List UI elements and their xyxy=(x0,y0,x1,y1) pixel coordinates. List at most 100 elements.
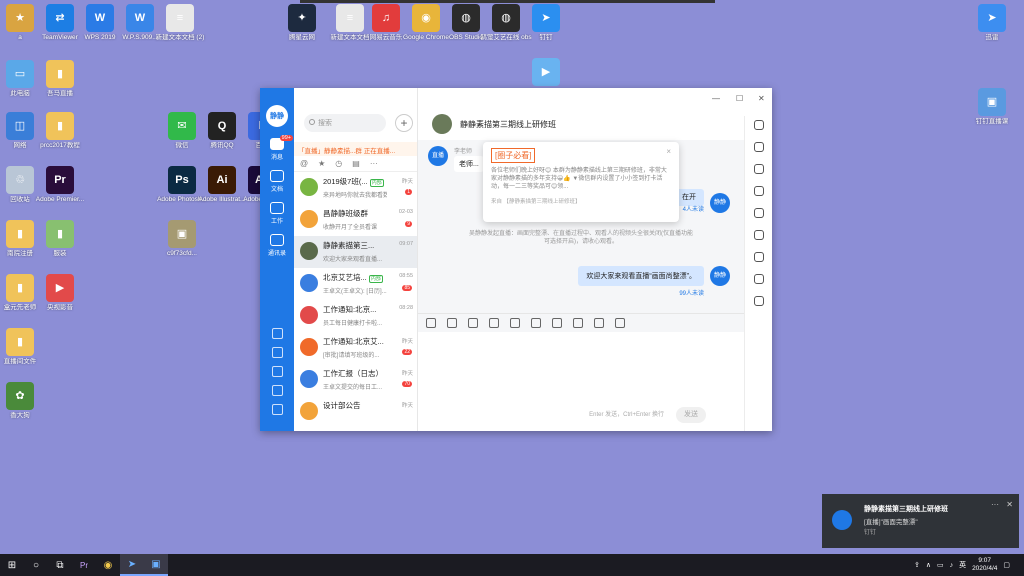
conversation-list-pane: 搜索 + 「直播」静静素描...群 正在直播... @ ★ ◷ ▤ ··· 20… xyxy=(294,88,418,431)
taskbar-chrome[interactable]: ◉ xyxy=(96,554,120,576)
chevron-up-icon[interactable]: ∧ xyxy=(926,561,931,569)
phone-icon[interactable] xyxy=(271,366,283,377)
scissors-icon[interactable] xyxy=(489,317,499,328)
close-icon[interactable]: × xyxy=(666,147,671,156)
message-input[interactable]: Enter 发送，Ctrl+Enter 换行 发送 xyxy=(418,332,744,431)
like-icon[interactable] xyxy=(468,317,478,328)
app-icon: ◍ xyxy=(452,4,480,32)
more-tools-icon[interactable] xyxy=(615,317,625,328)
conversation-item[interactable]: 昌静静班级群 收静开月了全员看课 02-03 9 xyxy=(294,204,417,236)
add-button[interactable]: + xyxy=(395,114,413,132)
nav-contacts[interactable]: 通讯录 xyxy=(260,231,294,263)
gif-icon[interactable] xyxy=(426,317,436,328)
desktop-icon[interactable]: ▣ 钉钉直播课 xyxy=(966,88,1018,126)
pinned-notice-popup[interactable]: [圈子必看] × 各位老师们晚上好呀😊 本群为静静素描线上第三期研修班，非常大家… xyxy=(483,142,679,222)
recent-filter[interactable]: ◷ xyxy=(335,159,342,168)
task-icon[interactable] xyxy=(573,317,583,328)
desktop-icon[interactable]: ✦ 腾星云网 xyxy=(276,4,328,42)
chat-title[interactable]: 静静素描第三期线上研修班 xyxy=(460,119,556,130)
taskbar-dingtalk[interactable]: ➤ xyxy=(120,554,144,576)
ding-icon[interactable] xyxy=(594,317,604,328)
conversation-item[interactable]: 2019级7班(... 内部 来异地吗你就去我都看数 昨天 1 xyxy=(294,172,417,204)
start-button[interactable]: ⊞ xyxy=(0,554,24,576)
desktop-icon[interactable]: ➤ 迅雷 xyxy=(966,4,1018,42)
nav-messages[interactable]: 消息 99+ xyxy=(260,135,294,167)
desktop-icon[interactable]: ▣ c9f73cfd... xyxy=(156,220,208,258)
maximize-button[interactable]: ☐ xyxy=(736,94,743,103)
notification-center-icon[interactable]: ▢ xyxy=(1003,561,1010,569)
conversation-time: 昨天 xyxy=(401,403,413,409)
add-member-icon[interactable] xyxy=(753,142,764,152)
more-filter[interactable]: ··· xyxy=(370,159,378,168)
desktop-icon-label: 钉钉直播课 xyxy=(975,118,1009,125)
mention-filter[interactable]: @ xyxy=(300,159,308,168)
taskbar-dingtalk-live[interactable]: ▣ xyxy=(144,554,168,576)
folder-icon[interactable] xyxy=(531,317,541,328)
minimize-button[interactable]: — xyxy=(712,94,720,103)
list-filter[interactable]: ▤ xyxy=(352,159,360,168)
desktop-icon[interactable]: ▮ 吾马直播 xyxy=(34,60,86,98)
apps-icon[interactable] xyxy=(753,296,764,306)
desktop-icon[interactable]: ▮ 直播间文件 xyxy=(0,328,46,366)
app-icon: ★ xyxy=(6,4,34,32)
history-icon[interactable] xyxy=(753,164,764,174)
search-button[interactable]: ○ xyxy=(24,554,48,576)
notes-icon[interactable] xyxy=(753,274,764,284)
desktop-icon[interactable]: ▶ 央视影音 xyxy=(34,274,86,312)
calendar-icon[interactable] xyxy=(271,328,283,339)
notification-toast[interactable]: 静静素描第三期线上研修班 [直播]"画面完整漂" 钉钉 ··· ✕ xyxy=(822,494,1019,548)
desktop-icon-label: Adobe Premier... xyxy=(35,196,85,203)
info-icon[interactable] xyxy=(753,120,764,130)
more-icon[interactable]: ··· xyxy=(991,500,999,509)
desktop-icon[interactable]: ✿ 香大狗 xyxy=(0,382,46,420)
close-icon[interactable]: ✕ xyxy=(1006,500,1013,509)
task-view-button[interactable]: ⧉ xyxy=(48,554,72,576)
desktop-icon[interactable]: ▮ prcc2017教程 xyxy=(34,112,86,150)
announcement-icon[interactable] xyxy=(753,208,764,218)
desktop-icon-label: 迅雷 xyxy=(985,34,999,41)
input-toolbar xyxy=(418,313,744,331)
conversation-item[interactable]: 工作通知:北京... 员工每日健康打卡啦... 08:28 xyxy=(294,300,417,332)
conversation-avatar xyxy=(300,242,318,260)
my-avatar[interactable]: 静静 xyxy=(710,266,730,286)
emoji-icon[interactable] xyxy=(447,317,457,328)
taskbar-premiere[interactable]: Pr xyxy=(72,554,96,576)
group-avatar[interactable] xyxy=(432,114,452,134)
mention-icon[interactable] xyxy=(510,317,520,328)
message-bubble[interactable]: 老师... xyxy=(454,156,484,172)
conversation-item[interactable]: 工作通知:北京艾... [审批]请填写班级的... 昨天 22 xyxy=(294,332,417,364)
tray-pen-icon[interactable]: ⇪ xyxy=(914,561,920,569)
conversation-item[interactable]: 北京艾艺培... 内部 王卓文(王卓文): [日历]... 08:55 85 xyxy=(294,268,417,300)
desktop-icon[interactable]: Pr Adobe Premier... xyxy=(34,166,86,204)
message-bubble[interactable]: 欢迎大家来观看直播“画面尚整漂”。 xyxy=(578,266,704,286)
network-icon[interactable]: ▭ xyxy=(937,561,944,569)
nav-work[interactable]: 工作 xyxy=(260,199,294,231)
ime-indicator[interactable]: 英 xyxy=(959,560,966,570)
read-count[interactable]: 99人未读 xyxy=(578,288,704,297)
edit-icon[interactable] xyxy=(552,317,562,328)
user-avatar[interactable]: 静静 xyxy=(266,105,288,127)
live-notice-bar[interactable]: 「直播」静静素描...群 正在直播... xyxy=(294,142,417,156)
sender-avatar[interactable]: 直播 xyxy=(428,146,448,166)
desktop-icon[interactable]: ≡ 新建文本文档 (2) xyxy=(154,4,206,42)
todo-icon[interactable] xyxy=(271,347,283,358)
my-avatar[interactable]: 静静 xyxy=(710,193,730,213)
desktop-icon[interactable]: ▮ 服装 xyxy=(34,220,86,258)
send-button[interactable]: 发送 xyxy=(676,407,706,423)
calendar-icon[interactable] xyxy=(753,230,764,240)
desktop-icon[interactable]: ➤ 钉钉 xyxy=(520,4,572,42)
search-input[interactable]: 搜索 xyxy=(304,114,386,132)
volume-icon[interactable]: ♪ xyxy=(950,562,954,569)
mail-icon[interactable] xyxy=(271,385,283,396)
conversation-item[interactable]: 设计部公告 昨天 xyxy=(294,396,417,428)
clock[interactable]: 9:07 2020/4/4 xyxy=(972,557,997,573)
files-icon[interactable] xyxy=(753,186,764,196)
star-filter[interactable]: ★ xyxy=(318,159,325,168)
close-button[interactable]: ✕ xyxy=(758,94,765,103)
nav-docs[interactable]: 文档 xyxy=(260,167,294,199)
conversation-item[interactable]: 工作汇报（日志） 王卓文提交的每日工... 昨天 70 xyxy=(294,364,417,396)
more-apps-icon[interactable] xyxy=(271,404,283,415)
live-icon[interactable] xyxy=(753,252,764,262)
conversation-item[interactable]: 静静素描第三... 欢迎大家来观看直播... 09:07 xyxy=(294,236,417,268)
contacts-icon xyxy=(270,234,284,246)
